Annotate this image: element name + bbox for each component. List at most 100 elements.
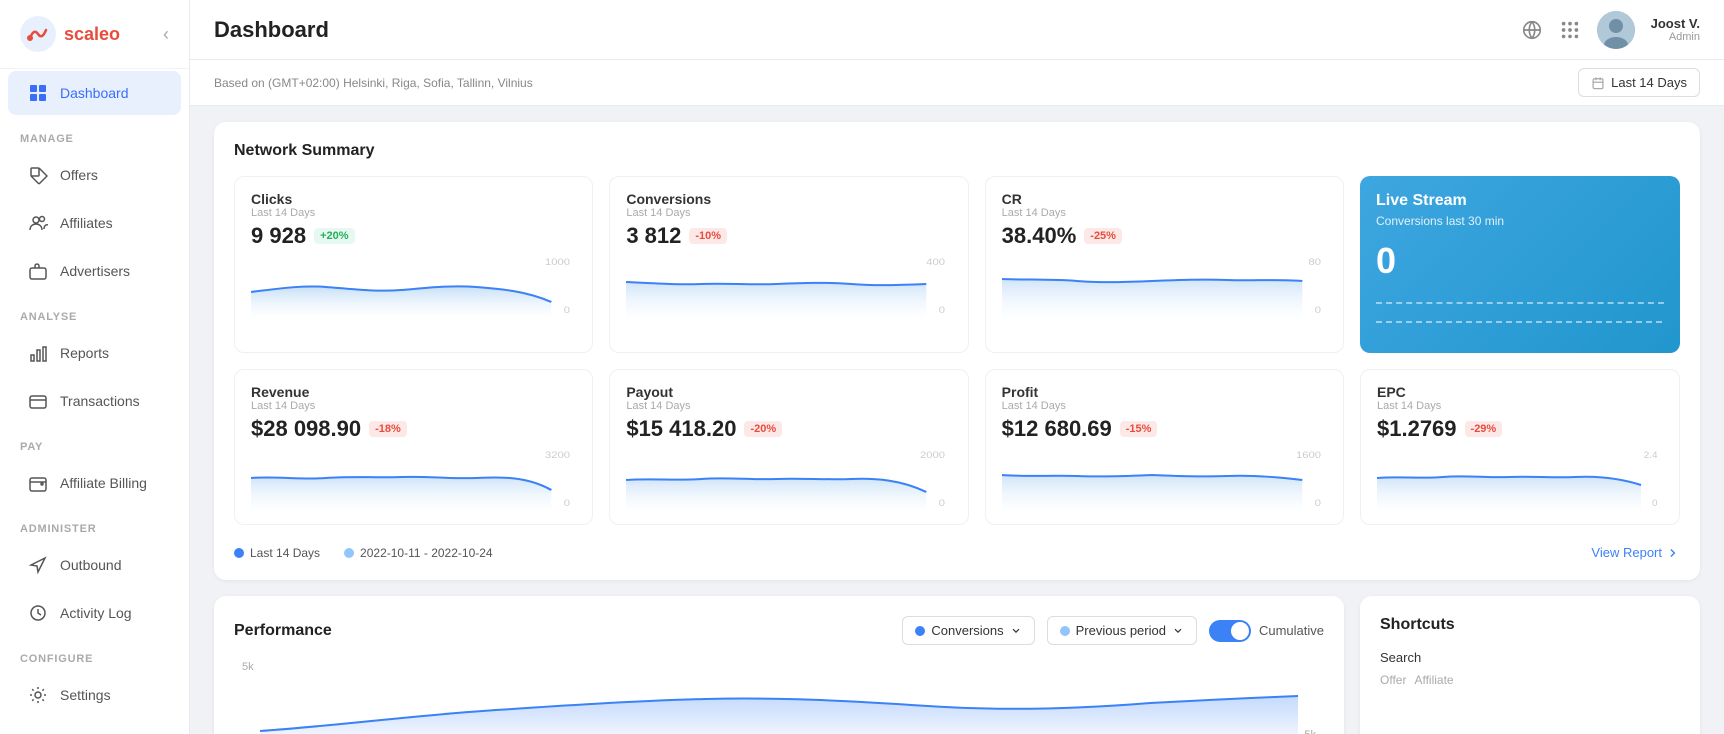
revenue-label: Revenue xyxy=(251,384,576,400)
chevron-right-icon xyxy=(1666,546,1680,560)
legend-previous-label: 2022-10-11 - 2022-10-24 xyxy=(360,546,493,560)
performance-section: Performance Conversions Previous p xyxy=(214,596,1700,734)
pay-section-label: PAY xyxy=(0,425,189,459)
svg-text:0: 0 xyxy=(564,499,571,509)
svg-text:2.4: 2.4 xyxy=(1644,450,1658,460)
affiliates-label: Affiliates xyxy=(60,215,113,231)
app-name: scaleo xyxy=(64,24,120,45)
revenue-period: Last 14 Days xyxy=(251,400,576,412)
performance-card: Performance Conversions Previous p xyxy=(214,596,1344,734)
view-report-text: View Report xyxy=(1591,545,1662,560)
svg-text:2000: 2000 xyxy=(920,451,945,461)
sidebar-item-activity-log[interactable]: Activity Log xyxy=(8,591,181,635)
apps-button[interactable] xyxy=(1559,19,1581,41)
epc-label: EPC xyxy=(1377,384,1663,400)
metric-card-epc: EPC Last 14 Days $1.2769 -29% 2.4 0 xyxy=(1360,369,1680,525)
profit-label: Profit xyxy=(1002,384,1327,400)
svg-text:0: 0 xyxy=(939,306,946,316)
sidebar-item-outbound[interactable]: Outbound xyxy=(8,543,181,587)
svg-text:1000: 1000 xyxy=(545,258,570,268)
metric-card-clicks: Clicks Last 14 Days 9 928 +20% 1000 0 xyxy=(234,176,593,353)
legend-item-previous: 2022-10-11 - 2022-10-24 xyxy=(344,546,493,560)
user-role: Admin xyxy=(1651,31,1700,43)
tag-icon xyxy=(28,165,48,185)
clicks-badge: +20% xyxy=(314,228,354,244)
legend-item-current: Last 14 Days xyxy=(234,546,320,560)
conversions-filter-button[interactable]: Conversions xyxy=(902,616,1034,645)
live-stream-divider xyxy=(1376,302,1664,337)
avatar[interactable] xyxy=(1597,11,1635,49)
sidebar-item-offers[interactable]: Offers xyxy=(8,153,181,197)
epc-chart: 2.4 0 xyxy=(1377,450,1663,510)
profit-badge: -15% xyxy=(1120,421,1158,437)
cumulative-toggle-row: Cumulative xyxy=(1209,620,1324,642)
conversions-filter-label: Conversions xyxy=(931,623,1003,638)
sidebar-collapse-button[interactable]: ‹ xyxy=(163,24,169,45)
cr-badge: -25% xyxy=(1084,228,1122,244)
payout-value-row: $15 418.20 -20% xyxy=(626,416,951,442)
sidebar-item-affiliates[interactable]: Affiliates xyxy=(8,201,181,245)
shortcuts-card: Shortcuts Search Offer Affiliate xyxy=(1360,596,1700,734)
performance-chart: 5k 5k xyxy=(234,661,1324,734)
cr-label: CR xyxy=(1002,191,1327,207)
svg-text:80: 80 xyxy=(1308,258,1321,268)
search-label: Search xyxy=(1380,650,1680,665)
view-report-link[interactable]: View Report xyxy=(1591,545,1680,560)
users-icon xyxy=(28,213,48,233)
conversions-value-row: 3 812 -10% xyxy=(626,223,951,249)
svg-text:1600: 1600 xyxy=(1296,451,1321,461)
metrics-grid: Clicks Last 14 Days 9 928 +20% 1000 0 xyxy=(234,176,1680,525)
user-info[interactable]: Joost V. Admin xyxy=(1651,16,1700,43)
calendar-icon xyxy=(1591,76,1605,90)
cr-value-row: 38.40% -25% xyxy=(1002,223,1327,249)
shortcuts-affiliate-label: Affiliate xyxy=(1414,673,1453,687)
cr-chart: 80 0 xyxy=(1002,257,1327,317)
chevron-down-icon xyxy=(1010,625,1022,637)
sidebar-item-reports[interactable]: Reports xyxy=(8,331,181,375)
period-filter-label: Previous period xyxy=(1076,623,1166,638)
globe-button[interactable] xyxy=(1521,19,1543,41)
legend-dot-current xyxy=(234,548,244,558)
shortcuts-title: Shortcuts xyxy=(1380,616,1680,634)
live-stream-card: Live Stream Conversions last 30 min 0 xyxy=(1360,176,1680,353)
clock-icon xyxy=(28,603,48,623)
live-stream-subtitle: Conversions last 30 min xyxy=(1376,214,1664,228)
date-range-button[interactable]: Last 14 Days xyxy=(1578,68,1700,97)
epc-badge: -29% xyxy=(1465,421,1503,437)
payout-badge: -20% xyxy=(744,421,782,437)
svg-text:0: 0 xyxy=(939,499,946,509)
analyse-section-label: ANALYSE xyxy=(0,295,189,329)
sidebar-item-dashboard[interactable]: Dashboard xyxy=(8,71,181,115)
performance-title: Performance xyxy=(234,622,332,640)
sidebar-item-advertisers[interactable]: Advertisers xyxy=(8,249,181,293)
payout-label: Payout xyxy=(626,384,951,400)
sidebar-item-transactions[interactable]: Transactions xyxy=(8,379,181,423)
conversions-filter-dot xyxy=(915,626,925,636)
dashboard-label: Dashboard xyxy=(60,85,129,101)
svg-text:0: 0 xyxy=(564,306,571,316)
content-area: Network Summary Clicks Last 14 Days 9 92… xyxy=(190,106,1724,734)
main-content: Dashboard xyxy=(190,0,1724,734)
transactions-label: Transactions xyxy=(60,393,140,409)
metric-card-payout: Payout Last 14 Days $15 418.20 -20% 2000… xyxy=(609,369,968,525)
revenue-chart: 3200 0 xyxy=(251,450,576,510)
cumulative-toggle[interactable] xyxy=(1209,620,1251,642)
metric-card-cr: CR Last 14 Days 38.40% -25% 80 0 xyxy=(985,176,1344,353)
epc-value: $1.2769 xyxy=(1377,416,1457,442)
period-filter-button[interactable]: Previous period xyxy=(1047,616,1197,645)
gear-icon xyxy=(28,685,48,705)
clicks-period: Last 14 Days xyxy=(251,207,576,219)
live-stream-decoration xyxy=(1376,312,1664,332)
send-icon xyxy=(28,555,48,575)
scaleo-logo xyxy=(20,16,56,52)
sidebar-item-affiliate-billing[interactable]: Affiliate Billing xyxy=(8,461,181,505)
outbound-label: Outbound xyxy=(60,557,122,573)
activity-log-label: Activity Log xyxy=(60,605,132,621)
avatar-image xyxy=(1597,11,1635,49)
clicks-value: 9 928 xyxy=(251,223,306,249)
credit-card-icon xyxy=(28,391,48,411)
sidebar-item-settings[interactable]: Settings xyxy=(8,673,181,717)
epc-period: Last 14 Days xyxy=(1377,400,1663,412)
svg-text:0: 0 xyxy=(1314,499,1321,509)
period-filter-dot xyxy=(1060,626,1070,636)
